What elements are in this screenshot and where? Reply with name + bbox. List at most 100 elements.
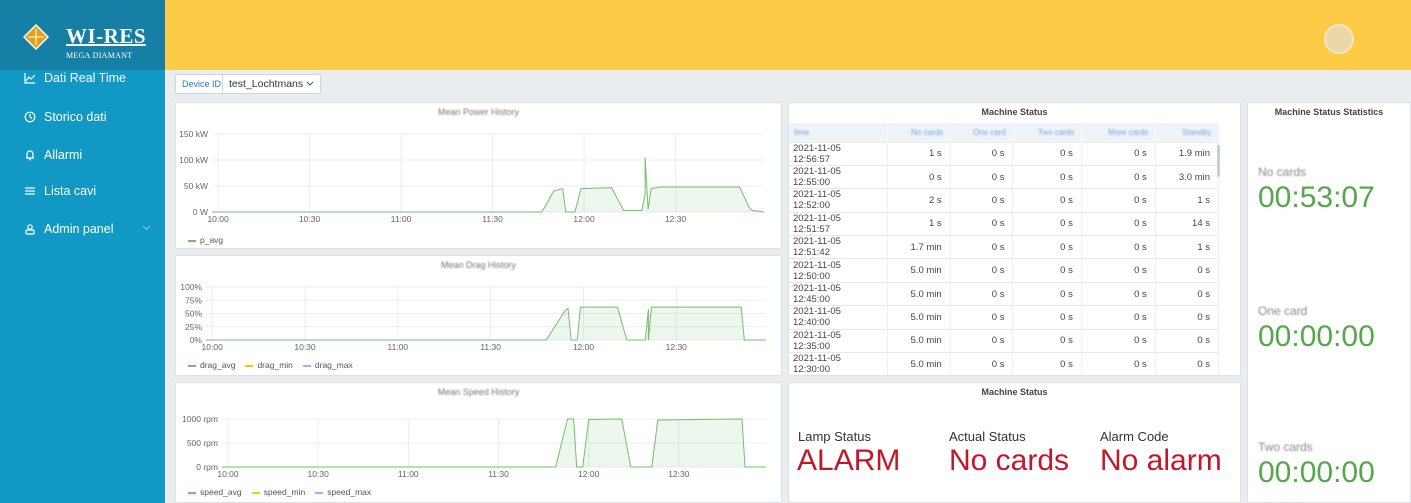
table-cell: 0 s [1081, 328, 1156, 353]
table-cell: 0 s [1155, 328, 1220, 353]
users-icon [25, 224, 35, 235]
x-tick-label: 10:00 [217, 469, 239, 479]
stat-label-one-card: One card [1258, 304, 1308, 318]
brand-subtitle: MEGA DIAMANT [66, 51, 133, 60]
machine-status-statistics-panel: Machine Status Statistics No cards 00:53… [1247, 102, 1411, 503]
legend-item[interactable]: speed_min [251, 487, 306, 497]
y-tick-label: 100 kW [179, 155, 208, 165]
chart-line-icon [24, 73, 36, 84]
panel-title: Machine Status Statistics [1274, 107, 1384, 117]
chevron-down-icon[interactable] [142, 225, 151, 231]
sidebar-item-allarmi[interactable]: Allarmi [0, 137, 165, 173]
table-cell: 0 s [950, 352, 1014, 375]
y-tick-label: 0 rpm [196, 462, 218, 472]
list-icon [25, 187, 35, 195]
legend-label: p_avg [200, 235, 224, 245]
sidebar-item-dati-real-time[interactable]: Dati Real Time [0, 60, 165, 96]
table-cell: 2021-11-05 12:45:00 [789, 281, 888, 306]
top-header [165, 0, 1411, 70]
table-cell: 0 s [1081, 164, 1156, 189]
x-tick-label: 11:30 [480, 342, 501, 352]
y-tick-label: 50 kW [184, 181, 208, 191]
table-cell: 0 s [1081, 188, 1156, 213]
alarm-code-value: No alarm [1100, 444, 1222, 477]
table-cell: 0 s [1155, 352, 1220, 375]
bell-icon [26, 150, 34, 161]
column-header-no-cards[interactable]: No cards [887, 123, 951, 142]
table-cell: 5.0 min [887, 352, 951, 375]
x-tick-label: 10:00 [207, 214, 229, 224]
legend-item[interactable]: p_avg [188, 235, 223, 245]
table-cell: 5.0 min [887, 281, 951, 306]
legend-label: drag_max [314, 360, 353, 370]
table-cell: 0 s [887, 164, 951, 189]
table-cell: 2021-11-05 12:56:57 [789, 141, 888, 166]
table-cell: 0 s [1081, 352, 1156, 375]
drag-history-panel: Mean Drag History 100% 75% 50% 25% 0% 10:00 10… [175, 255, 782, 376]
x-tick-label: 10:00 [202, 342, 224, 352]
x-tick-label: 10:30 [299, 214, 321, 224]
x-tick-label: 10:30 [308, 469, 330, 479]
legend-label: speed_avg [200, 487, 242, 497]
power-chart: 150 kW 100 kW 50 kW 0 W10:00 10:30 11:00 11:30… [179, 129, 765, 224]
table-cell: 0 s [1081, 211, 1156, 236]
table-scrollbar[interactable] [1217, 145, 1220, 177]
legend-item[interactable]: drag_max [302, 360, 353, 370]
table-cell: 1.7 min [887, 235, 951, 259]
series-area-p_avg [212, 157, 764, 212]
sidebar-item-lista-cavi[interactable]: Lista cavi [0, 173, 165, 209]
table-cell: 0 s [1012, 258, 1082, 283]
machine-status-table-panel: Machine Status time No cards One card Tw… [788, 102, 1241, 376]
column-header-more-cards[interactable]: More cards [1081, 123, 1156, 142]
brand-name: WI-RES [66, 24, 147, 48]
legend-item[interactable]: speed_max [315, 487, 371, 497]
table-row: 2021-11-05 12:56:57 1 s0 s0 s0 s 1.9 min [789, 141, 1220, 166]
sidebar-item-storico-dati[interactable]: Storico dati [0, 99, 165, 135]
lamp-status-value: ALARM [797, 444, 901, 477]
table-row: 2021-11-05 12:51:57 1 s0 s0 s0 s 14 s [789, 211, 1220, 236]
sidebar-item-label: Storico dati [44, 110, 107, 124]
column-header-standby[interactable]: Standby [1155, 123, 1219, 142]
device-id-label: Device ID [175, 74, 229, 94]
table-cell: 0 s [1155, 305, 1220, 330]
table-cell: 0 s [1012, 305, 1082, 330]
user-avatar[interactable] [1324, 24, 1354, 54]
stat-value-one-card: 00:00:00 [1258, 320, 1375, 353]
sidebar-item-admin-panel[interactable]: Admin panel [0, 211, 165, 247]
actual-status-value: No cards [949, 444, 1070, 477]
legend-label: speed_min [263, 487, 306, 497]
column-header-time[interactable]: time [789, 123, 887, 142]
legend-item[interactable]: drag_avg [188, 360, 235, 370]
x-tick-label: 12:00 [573, 342, 595, 352]
legend-label: speed_max [327, 487, 372, 497]
chevron-down-icon [306, 81, 314, 86]
table-cell: 0 s [1012, 188, 1082, 213]
table-cell: 2021-11-05 12:55:00 [789, 164, 888, 189]
table-cell: 2021-11-05 12:30:00 [789, 352, 888, 375]
y-tick-label: 25% [185, 322, 202, 332]
diamond-logo-icon [23, 24, 49, 50]
device-id-select[interactable]: test_Lochtmans [222, 74, 322, 94]
y-tick-label: 100% [180, 282, 202, 292]
legend-item[interactable]: drag_min [245, 360, 293, 370]
stat-value-no-cards: 00:53:07 [1258, 181, 1375, 214]
history-icon [24, 111, 36, 123]
actual-status-label: Actual Status [949, 429, 1026, 444]
table-cell: 0 s [950, 164, 1014, 189]
table-cell: 0 s [1012, 352, 1082, 375]
table-cell: 0 s [1155, 258, 1220, 283]
device-id-value: test_Lochtmans [229, 78, 304, 90]
x-tick-label: 10:30 [294, 342, 316, 352]
column-header-one-card[interactable]: One card [950, 123, 1013, 142]
column-header-two-cards[interactable]: Two cards [1012, 123, 1082, 142]
power-history-panel: Mean Power History 150 kW 100 kW 50 kW 0 W1… [175, 102, 782, 249]
table-cell: 0 s [1155, 281, 1220, 306]
table-cell: 5.0 min [887, 305, 951, 330]
legend-item[interactable]: speed_avg [188, 487, 242, 497]
table-cell: 0 s [950, 141, 1014, 166]
table-cell: 2021-11-05 12:35:00 [789, 328, 888, 353]
panel-title: Mean Drag History [440, 260, 517, 270]
table-cell: 5.0 min [887, 328, 951, 353]
x-tick-label: 12:00 [573, 214, 595, 224]
chart-legend: drag_avg drag_min drag_max [188, 360, 353, 370]
